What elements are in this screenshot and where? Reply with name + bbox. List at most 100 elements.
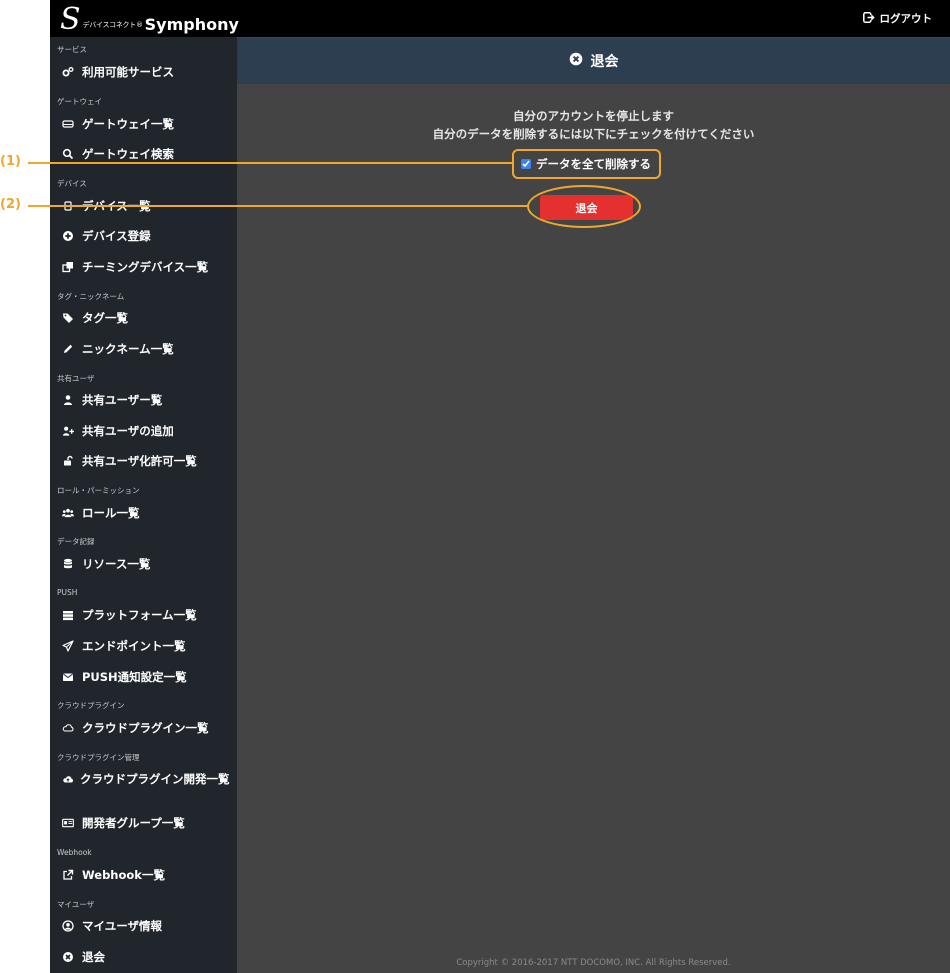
section-title-tag-nickname: タグ・ニックネーム	[57, 292, 125, 301]
withdraw-message-line2: 自分のデータを削除するには以下にチェックを付けてください	[432, 127, 755, 141]
logout-button[interactable]: ログアウト	[862, 11, 933, 26]
user-circle-icon	[62, 919, 74, 933]
user-plus-icon	[62, 424, 74, 438]
sidebar-item-label: 共有ユーザの追加	[82, 424, 174, 438]
section-title-webhook: Webhook	[57, 848, 92, 857]
sidebar-item-label: クラウドプラグイン一覧	[82, 721, 209, 735]
plus-circle-icon	[62, 229, 74, 243]
sidebar-item-role-list[interactable]: ロール一覧	[62, 506, 234, 520]
cloud-icon	[62, 721, 74, 735]
server-icon	[62, 608, 74, 622]
logo[interactable]: S デバイスコネクト® Symphony	[60, 2, 239, 35]
sidebar-item-label: 共有ユーザー覧	[82, 393, 163, 407]
sidebar-item-label: Webhook一覧	[82, 868, 165, 882]
section-title-gateway: ゲートウェイ	[57, 97, 102, 106]
sidebar-item-platform-list[interactable]: プラットフォーム一覧	[62, 608, 234, 622]
sidebar-item-shared-user-list[interactable]: 共有ユーザー覧	[62, 393, 234, 407]
hdd-icon	[62, 117, 74, 131]
sidebar-item-label: ニックネーム一覧	[82, 342, 174, 356]
sidebar-item-label: ゲートウェイ一覧	[82, 117, 174, 131]
users-icon	[62, 506, 74, 520]
delete-all-data-option[interactable]: データを全て削除する	[521, 152, 651, 176]
section-title-shared-user: 共有ユーザ	[57, 374, 95, 383]
section-title-service: サービス	[57, 45, 87, 54]
section-title-data-record: データ記録	[57, 537, 95, 546]
sidebar-item-push-settings-list[interactable]: PUSH通知設定一覧	[62, 670, 234, 684]
id-card-icon	[62, 816, 74, 830]
logo-subtext: デバイスコネクト®	[82, 21, 143, 29]
sidebar-item-label: クラウドプラグイン開発一覧	[80, 772, 230, 786]
delete-all-data-checkbox[interactable]	[521, 159, 531, 169]
copyright: Copyright © 2016-2017 NTT DOCOMO, INC. A…	[456, 958, 731, 968]
user-icon	[62, 393, 74, 407]
callout-label-2: (2)	[0, 197, 21, 212]
times-circle-icon	[62, 950, 74, 964]
sidebar-item-cloud-plugin-dev-list[interactable]: クラウドプラグイン開発一覧	[62, 772, 234, 786]
logo-mark: S	[60, 2, 81, 37]
sidebar-item-label: デバイス登録	[82, 229, 151, 243]
sidebar: サービス 利用可能サービス ゲートウェイ ゲートウェイ一覧 ゲートウェイ検索 デ…	[50, 37, 237, 973]
tags-icon	[62, 311, 74, 325]
withdraw-message-line1: 自分のアカウントを停止します	[513, 109, 674, 123]
logo-product-name: Symphony	[144, 15, 239, 34]
sidebar-item-label: 利用可能サービス	[82, 65, 174, 79]
sidebar-item-add-shared-user[interactable]: 共有ユーザの追加	[62, 424, 234, 438]
page: (1) (2) S デバイスコネクト® Symphony ログアウト サービス …	[0, 0, 950, 973]
section-title-push: PUSH	[57, 588, 78, 597]
sidebar-item-gateway-list[interactable]: ゲートウェイ一覧	[62, 117, 234, 131]
sidebar-item-withdraw[interactable]: 退会	[62, 950, 234, 964]
external-link-icon	[62, 868, 74, 882]
sidebar-item-label: エンドポイント一覧	[82, 639, 186, 653]
pencil-icon	[62, 342, 74, 356]
sidebar-item-endpoint-list[interactable]: エンドポイント一覧	[62, 639, 234, 653]
sidebar-item-my-user-info[interactable]: マイユーザ情報	[62, 919, 234, 933]
section-title-my-user: マイユーザ	[57, 900, 95, 909]
cogs-icon	[62, 65, 74, 79]
delete-all-data-label: データを全て削除する	[536, 157, 651, 171]
sidebar-item-label: 共有ユーザ化許可一覧	[82, 454, 197, 468]
search-icon	[62, 147, 74, 161]
page-title: 退会	[590, 54, 619, 70]
callout-line-2	[28, 205, 529, 207]
sidebar-item-nickname-list[interactable]: ニックネーム一覧	[62, 342, 234, 356]
top-bar: S デバイスコネクト® Symphony ログアウト	[50, 0, 950, 37]
times-circle-icon	[569, 52, 583, 70]
unlock-icon	[62, 454, 74, 468]
sidebar-item-gateway-search[interactable]: ゲートウェイ検索	[62, 147, 234, 161]
sidebar-item-available-services[interactable]: 利用可能サービス	[62, 65, 234, 79]
sidebar-item-developer-group-list[interactable]: 開発者グループ一覧	[62, 816, 234, 830]
sidebar-item-label: ロール一覧	[82, 506, 140, 520]
sidebar-item-label: ゲートウェイ検索	[82, 147, 174, 161]
withdraw-button[interactable]: 退会	[540, 195, 633, 220]
section-title-cloud-plugin: クラウドプラグイン	[57, 701, 125, 710]
sidebar-item-label: プラットフォーム一覧	[82, 608, 197, 622]
database-icon	[62, 557, 74, 571]
sidebar-item-label: チーミングデバイス一覧	[82, 260, 209, 274]
sidebar-item-label: タグ一覧	[82, 311, 128, 325]
callout-label-1: (1)	[0, 154, 21, 169]
sidebar-item-webhook-list[interactable]: Webhook一覧	[62, 868, 234, 882]
paper-plane-icon	[62, 639, 74, 653]
sidebar-item-shared-user-permission-list[interactable]: 共有ユーザ化許可一覧	[62, 454, 234, 468]
sidebar-item-device-register[interactable]: デバイス登録	[62, 229, 234, 243]
sidebar-item-teaming-device-list[interactable]: チーミングデバイス一覧	[62, 260, 234, 274]
section-title-cloud-plugin-admin: クラウドプラグイン管理	[57, 753, 140, 762]
section-title-role-permission: ロール・パーミッション	[57, 486, 140, 495]
cloud-upload-icon	[62, 772, 74, 786]
sidebar-item-label: マイユーザ情報	[82, 919, 163, 933]
sidebar-item-label: リソース一覧	[82, 557, 151, 571]
sign-out-icon	[862, 11, 875, 26]
sidebar-item-cloud-plugin-list[interactable]: クラウドプラグイン一覧	[62, 721, 234, 735]
sidebar-item-label: 退会	[82, 950, 105, 964]
page-header: 退会	[237, 37, 950, 84]
callout-line-1	[28, 162, 513, 164]
sidebar-item-resource-list[interactable]: リソース一覧	[62, 557, 234, 571]
main-content: 自分のアカウントを停止します 自分のデータを削除するには以下にチェックを付けてく…	[237, 84, 950, 973]
app-window: S デバイスコネクト® Symphony ログアウト サービス 利用可能サービス…	[50, 0, 950, 973]
section-title-device: デバイス	[57, 179, 87, 188]
envelope-icon	[62, 670, 74, 684]
sidebar-item-tag-list[interactable]: タグ一覧	[62, 311, 234, 325]
logout-label: ログアウト	[879, 13, 933, 25]
sidebar-item-label: 開発者グループ一覧	[82, 816, 185, 830]
clone-icon	[62, 260, 74, 274]
